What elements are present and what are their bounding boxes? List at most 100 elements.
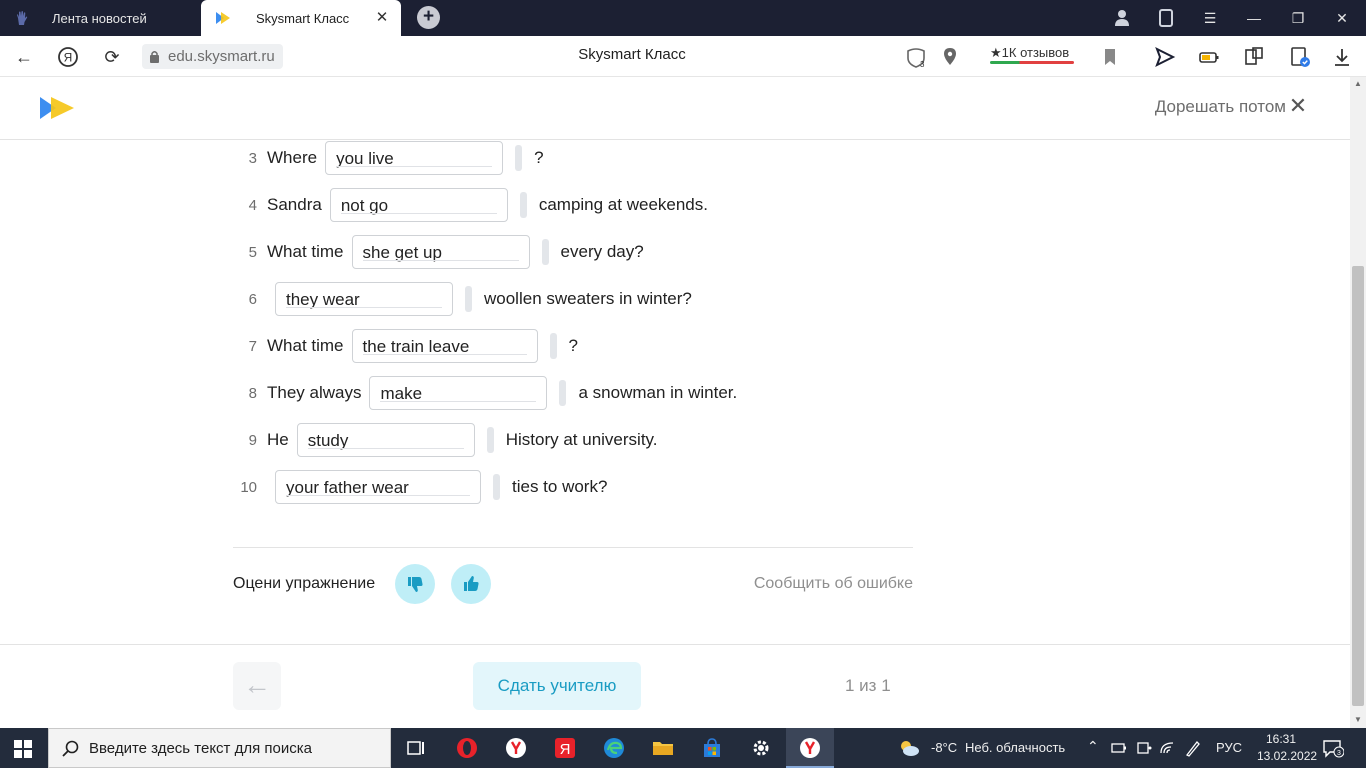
browser-tab-strip: Лента новостей Skysmart Класс ✕ + ☰ — ❐ … xyxy=(0,0,1366,36)
notifications-icon[interactable]: 3 xyxy=(1322,738,1344,758)
previous-button[interactable]: ← xyxy=(233,662,281,710)
windows-start-icon[interactable] xyxy=(14,740,32,758)
tray-expand-icon[interactable]: ⌃ xyxy=(1087,738,1099,755)
answer-field[interactable]: the train leave xyxy=(351,329,538,363)
exercise-row: 3 Where you live ? xyxy=(233,141,544,175)
drop-slot[interactable] xyxy=(549,333,557,359)
solve-later-button[interactable]: Дорешать потом xyxy=(1155,97,1286,117)
tab-label: Лента новостей xyxy=(52,10,147,26)
clock[interactable]: 16:31 13.02.2022 xyxy=(1257,731,1317,765)
yandex-browser-icon xyxy=(800,738,820,758)
clock-time: 16:31 xyxy=(1265,732,1297,746)
weather-cloud-icon[interactable] xyxy=(897,736,921,760)
svg-text:3: 3 xyxy=(1337,750,1341,757)
tab-skysmart[interactable]: Skysmart Класс ✕ xyxy=(201,0,401,36)
active-taskbar-app[interactable] xyxy=(786,728,834,768)
answer-field[interactable]: study xyxy=(296,423,475,457)
row-number: 6 xyxy=(248,290,257,308)
protect-icon[interactable]: 3 xyxy=(904,45,928,69)
scrollbar-thumb[interactable] xyxy=(1352,266,1364,706)
language-indicator[interactable]: РУС xyxy=(1216,740,1242,755)
answer-field[interactable]: not go xyxy=(329,188,508,222)
site-header: Дорешать потом ✕ xyxy=(0,77,1350,140)
close-window-icon[interactable]: ✕ xyxy=(1330,6,1354,30)
answer-field[interactable]: you live xyxy=(325,141,504,175)
battery-tray-icon[interactable] xyxy=(1110,738,1128,758)
store-icon[interactable] xyxy=(700,736,724,760)
drop-slot[interactable] xyxy=(465,286,472,312)
answer-field[interactable]: they wear xyxy=(275,282,453,316)
search-placeholder: Введите здесь текст для поиска xyxy=(89,740,312,757)
task-view-icon[interactable] xyxy=(404,736,428,760)
drop-slot[interactable] xyxy=(515,145,523,171)
send-icon[interactable] xyxy=(1153,45,1177,69)
report-error-link[interactable]: Сообщить об ошибке xyxy=(754,575,913,593)
user-profile-icon[interactable] xyxy=(1110,6,1134,30)
text-after: ties to work? xyxy=(512,477,608,496)
yandex-icon[interactable]: Я xyxy=(55,44,81,70)
row-number: 5 xyxy=(248,243,257,261)
svg-text:Я: Я xyxy=(560,741,571,758)
download-icon[interactable] xyxy=(1330,45,1354,69)
text-after: a snowman in winter. xyxy=(578,383,738,402)
skysmart-logo[interactable] xyxy=(40,96,76,120)
minimize-icon[interactable]: — xyxy=(1242,6,1266,30)
edge-icon[interactable] xyxy=(602,736,626,760)
drop-slot[interactable] xyxy=(559,380,567,406)
close-tab-icon[interactable]: ✕ xyxy=(373,9,391,27)
yandex-app-icon[interactable]: Я xyxy=(553,736,577,760)
bookmark-icon[interactable] xyxy=(1098,45,1122,69)
tab-news-feed[interactable]: Лента новостей xyxy=(0,0,200,36)
collections-icon[interactable] xyxy=(1154,6,1178,30)
thumbs-down-icon xyxy=(408,577,423,592)
drop-slot[interactable] xyxy=(519,192,527,218)
url-text: edu.skysmart.ru xyxy=(168,48,275,65)
menu-icon[interactable]: ☰ xyxy=(1198,6,1222,30)
drop-slot[interactable] xyxy=(493,474,500,500)
file-explorer-icon[interactable] xyxy=(651,736,675,760)
dislike-button[interactable] xyxy=(395,564,435,604)
weather-description: Неб. облачность xyxy=(965,740,1066,755)
scroll-up-arrow[interactable]: ▲ xyxy=(1350,77,1366,91)
display-tray-icon[interactable] xyxy=(1135,738,1153,758)
thumbs-up-icon xyxy=(464,576,479,591)
downloads-manager-icon[interactable] xyxy=(1288,45,1312,69)
tab-label: Skysmart Класс xyxy=(256,10,350,26)
lock-icon xyxy=(150,51,159,63)
row-number: 7 xyxy=(248,337,257,355)
taskbar-search-box[interactable]: Введите здесь текст для поиска xyxy=(48,728,391,768)
opera-icon[interactable] xyxy=(455,736,479,760)
submit-to-teacher-button[interactable]: Сдать учителю xyxy=(473,662,641,710)
page-counter: 1 из 1 xyxy=(845,676,891,695)
wifi-icon[interactable] xyxy=(1159,738,1177,758)
exercise-row: 4 Sandra not go camping at weekends. xyxy=(233,188,708,222)
text-after: History at university. xyxy=(505,430,658,449)
close-icon[interactable]: ✕ xyxy=(1286,94,1310,118)
row-number: 9 xyxy=(248,431,257,449)
restore-icon[interactable]: ❐ xyxy=(1286,6,1310,30)
battery-icon[interactable] xyxy=(1197,45,1221,69)
url-field[interactable]: edu.skysmart.ru xyxy=(142,44,283,69)
scroll-down-arrow[interactable]: ▼ xyxy=(1350,713,1366,727)
skysmart-logo-icon xyxy=(216,12,230,24)
exercise-row: 7 What time the train leave ? xyxy=(233,329,578,363)
answer-field[interactable]: your father wear xyxy=(275,470,481,504)
yandex-browser-icon[interactable] xyxy=(504,736,528,760)
new-tab-button[interactable]: + xyxy=(417,6,440,29)
pen-tray-icon[interactable] xyxy=(1184,738,1202,758)
extensions-icon[interactable] xyxy=(1242,45,1266,69)
reload-icon[interactable]: ⟳ xyxy=(99,44,125,70)
reviews-button[interactable]: ★1К отзывов xyxy=(990,44,1074,66)
location-pin-icon[interactable] xyxy=(938,45,962,69)
drop-slot[interactable] xyxy=(486,427,494,453)
rate-exercise-label: Оцени упражнение xyxy=(233,575,376,592)
answer-field[interactable]: make xyxy=(369,376,548,410)
taskbar: Введите здесь текст для поиска Я -8°C Не… xyxy=(0,728,1366,768)
answer-field[interactable]: she get up xyxy=(351,235,530,269)
back-icon[interactable]: ← xyxy=(11,44,37,70)
settings-gear-icon[interactable] xyxy=(749,736,773,760)
exercise-row: 10 your father wear ties to work? xyxy=(233,470,607,504)
hand-icon xyxy=(17,11,28,25)
drop-slot[interactable] xyxy=(541,239,549,265)
like-button[interactable] xyxy=(451,564,491,604)
